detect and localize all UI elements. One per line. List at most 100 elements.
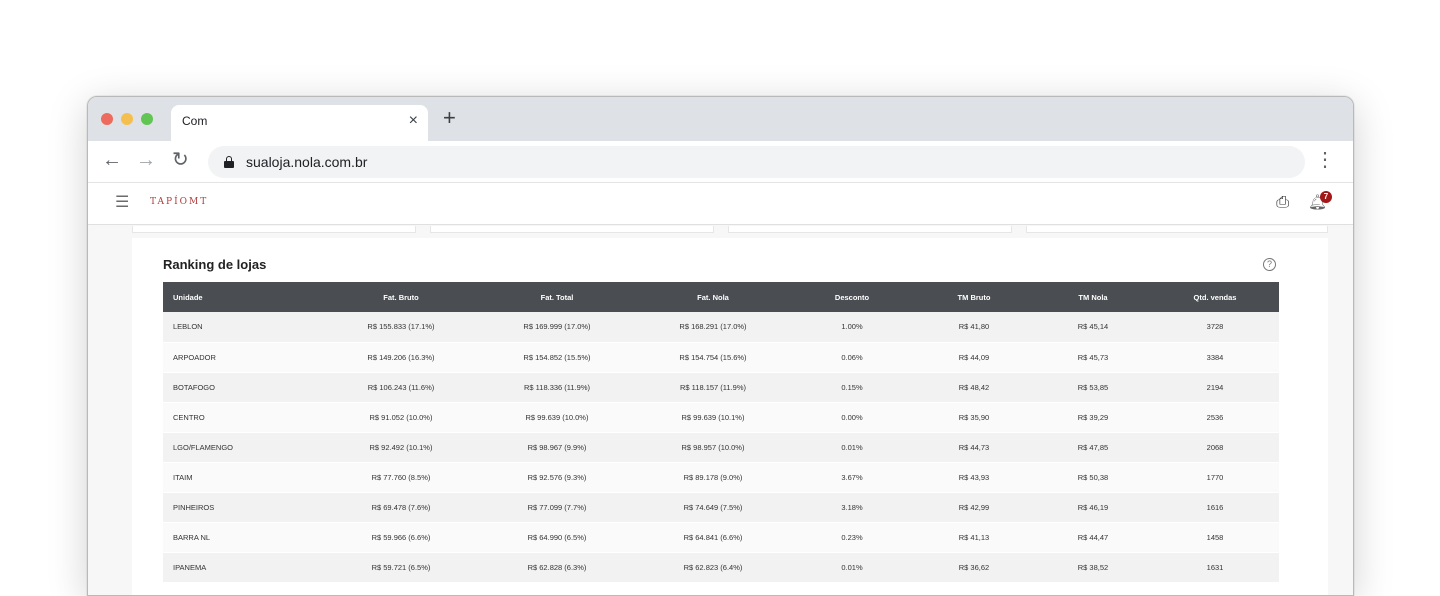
table-header-row: Unidade Fat. Bruto Fat. Total Fat. Nola … xyxy=(163,282,1279,312)
table-cell: 0.23% xyxy=(841,532,863,542)
table-cell: CENTRO xyxy=(173,412,205,422)
table-cell: 0.06% xyxy=(841,352,863,362)
table-cell: LEBLON xyxy=(173,322,203,332)
browser-menu-icon[interactable]: ⋮ xyxy=(1315,149,1335,171)
ranking-panel: Ranking de lojas ? Unidade Fat. Bruto Fa… xyxy=(132,238,1328,595)
browser-toolbar: ← → ↻ sualoja.nola.com.br ⋮ xyxy=(88,141,1353,183)
table-row[interactable]: CENTRO R$ 91.052 (10.0%) R$ 99.639 (10.0%)… xyxy=(163,402,1279,432)
table-cell: R$ 155.833 (17.1%) xyxy=(367,322,435,332)
table-cell: PINHEIROS xyxy=(173,502,215,512)
table-cell: 1631 xyxy=(1206,562,1224,572)
table-cell: R$ 50,38 xyxy=(1077,472,1109,482)
ranking-table-body: LEBLON R$ 155.833 (17.1%) R$ 169.999 (17.0… xyxy=(163,312,1279,582)
address-bar[interactable]: sualoja.nola.com.br xyxy=(208,146,1305,178)
table-cell: 1458 xyxy=(1206,532,1224,542)
printer-icon[interactable]: ⎙ xyxy=(1276,194,1289,212)
table-cell: R$ 44,47 xyxy=(1077,532,1109,542)
table-cell: R$ 64.990 (6.5%) xyxy=(527,532,587,542)
table-cell: R$ 36,62 xyxy=(958,562,990,572)
summary-card xyxy=(728,226,1012,233)
browser-window: Com × + ← → ↻ sualoja.nola.com.br ⋮ ☰ TA… xyxy=(87,96,1354,596)
table-cell: R$ 48,42 xyxy=(958,382,990,392)
table-cell: R$ 59.966 (6.6%) xyxy=(371,532,431,542)
table-cell: R$ 35,90 xyxy=(958,412,990,422)
table-cell: R$ 91.052 (10.0%) xyxy=(369,412,433,422)
table-cell: R$ 53,85 xyxy=(1077,382,1109,392)
table-cell: 1.00% xyxy=(841,322,863,332)
table-cell: ARPOADOR xyxy=(173,352,216,362)
col-header-fat-total[interactable]: Fat. Total xyxy=(479,282,635,312)
table-cell: R$ 92.576 (9.3%) xyxy=(527,472,587,482)
page-content: Ranking de lojas ? Unidade Fat. Bruto Fa… xyxy=(88,226,1353,595)
table-cell: R$ 154.754 (15.6%) xyxy=(679,352,747,362)
minimize-window-button[interactable] xyxy=(121,113,133,125)
summary-cards-strip xyxy=(132,226,1328,234)
col-header-desconto[interactable]: Desconto xyxy=(791,282,913,312)
table-row[interactable]: IPANEMA R$ 59.721 (6.5%) R$ 62.828 (6.3%) R… xyxy=(163,552,1279,582)
close-tab-icon[interactable]: × xyxy=(409,112,418,130)
lock-icon xyxy=(224,156,234,168)
table-cell: R$ 98.967 (9.9%) xyxy=(527,442,587,452)
table-cell: R$ 47,85 xyxy=(1077,442,1109,452)
table-cell: 2194 xyxy=(1206,382,1224,392)
table-cell: R$ 62.823 (6.4%) xyxy=(683,562,743,572)
table-cell: 3.18% xyxy=(841,502,863,512)
ranking-table: Unidade Fat. Bruto Fat. Total Fat. Nola … xyxy=(163,282,1279,583)
table-cell: 1616 xyxy=(1206,502,1224,512)
table-cell: R$ 99.639 (10.0%) xyxy=(525,412,589,422)
table-cell: 2536 xyxy=(1206,412,1224,422)
table-cell: R$ 99.639 (10.1%) xyxy=(681,412,745,422)
col-header-tm-bruto[interactable]: TM Bruto xyxy=(913,282,1035,312)
maximize-window-button[interactable] xyxy=(141,113,153,125)
table-cell: 2068 xyxy=(1206,442,1224,452)
table-cell: R$ 41,13 xyxy=(958,532,990,542)
table-cell: 0.00% xyxy=(841,412,863,422)
table-cell: 3728 xyxy=(1206,322,1224,332)
browser-tab[interactable]: Com × xyxy=(171,105,428,141)
table-cell: R$ 39,29 xyxy=(1077,412,1109,422)
table-cell: R$ 44,09 xyxy=(958,352,990,362)
table-cell: R$ 77.099 (7.7%) xyxy=(527,502,587,512)
col-header-fat-bruto[interactable]: Fat. Bruto xyxy=(323,282,479,312)
table-row[interactable]: ARPOADOR R$ 149.206 (16.3%) R$ 154.852 (15… xyxy=(163,342,1279,372)
table-cell: R$ 118.157 (11.9%) xyxy=(679,382,746,392)
summary-card xyxy=(1026,226,1328,233)
col-header-tm-nola[interactable]: TM Nola xyxy=(1035,282,1151,312)
table-row[interactable]: LEBLON R$ 155.833 (17.1%) R$ 169.999 (17.0… xyxy=(163,312,1279,342)
back-arrow-icon[interactable]: ← xyxy=(102,148,122,172)
table-cell: BOTAFOGO xyxy=(173,382,215,392)
col-header-fat-nola[interactable]: Fat. Nola xyxy=(635,282,791,312)
table-cell: LGO/FLAMENGO xyxy=(173,442,234,452)
reload-icon[interactable]: ↻ xyxy=(172,148,189,172)
table-cell: R$ 74.649 (7.5%) xyxy=(683,502,743,512)
brand-logo[interactable]: TAPÍOMT xyxy=(150,197,208,207)
table-cell: R$ 149.206 (16.3%) xyxy=(367,352,435,362)
help-icon[interactable]: ? xyxy=(1263,258,1276,271)
table-row[interactable]: ITAIM R$ 77.760 (8.5%) R$ 92.576 (9.3%) R$ … xyxy=(163,462,1279,492)
table-row[interactable]: BOTAFOGO R$ 106.243 (11.6%) R$ 118.336 (11… xyxy=(163,372,1279,402)
table-cell: BARRA NL xyxy=(173,532,211,542)
col-header-qtd-vendas[interactable]: Qtd. vendas xyxy=(1151,282,1279,312)
hamburger-menu-icon[interactable]: ☰ xyxy=(115,194,129,212)
table-cell: R$ 64.841 (6.6%) xyxy=(683,532,743,542)
table-cell: R$ 62.828 (6.3%) xyxy=(527,562,587,572)
table-cell: R$ 45,73 xyxy=(1077,352,1109,362)
panel-title: Ranking de lojas xyxy=(163,257,267,272)
table-cell: R$ 98.957 (10.0%) xyxy=(681,442,745,452)
table-cell: 0.01% xyxy=(841,442,863,452)
table-cell: R$ 89.178 (9.0%) xyxy=(683,472,743,482)
table-row[interactable]: PINHEIROS R$ 69.478 (7.6%) R$ 77.099 (7.7%… xyxy=(163,492,1279,522)
tab-title: Com xyxy=(182,114,208,128)
table-cell: 1770 xyxy=(1206,472,1224,482)
close-window-button[interactable] xyxy=(101,113,113,125)
table-row[interactable]: BARRA NL R$ 59.966 (6.6%) R$ 64.990 (6.5%)… xyxy=(163,522,1279,552)
table-row[interactable]: LGO/FLAMENGO R$ 92.492 (10.1%) R$ 98.967 (… xyxy=(163,432,1279,462)
table-cell: R$ 46,19 xyxy=(1077,502,1109,512)
app-header: ☰ TAPÍOMT ⎙ 🔔︎ 7 xyxy=(88,183,1353,225)
forward-arrow-icon[interactable]: → xyxy=(136,148,156,172)
table-cell: R$ 44,73 xyxy=(958,442,990,452)
new-tab-button[interactable]: + xyxy=(443,107,456,129)
col-header-unidade[interactable]: Unidade xyxy=(163,282,323,312)
summary-card xyxy=(132,226,416,233)
table-cell: 0.15% xyxy=(841,382,863,392)
